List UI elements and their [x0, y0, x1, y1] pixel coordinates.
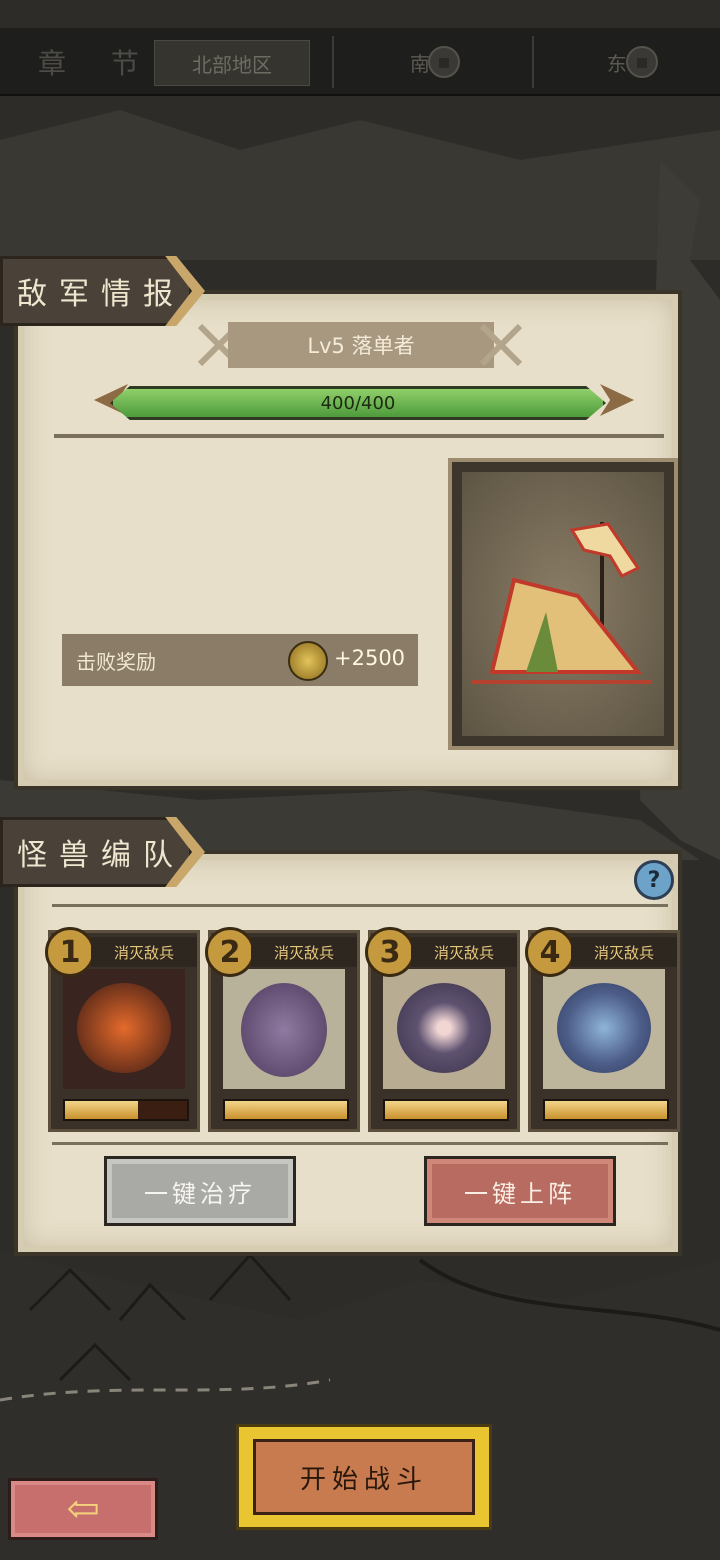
monster-team-title: 怪兽编队 — [0, 817, 192, 887]
hp-bar-arrow-right — [600, 384, 634, 416]
monster-hp-bar-2 — [223, 1099, 349, 1121]
tab-divider — [532, 36, 534, 88]
monster-portrait-3 — [383, 969, 505, 1089]
monster-status-4: 消灭敌兵 — [571, 937, 677, 967]
tab-north-region[interactable]: 北部地区 — [154, 40, 310, 86]
lock-icon — [428, 46, 460, 78]
back-button[interactable]: ⇦ — [8, 1478, 158, 1540]
monster-status-1: 消灭敌兵 — [91, 937, 197, 967]
enemy-portrait-card — [448, 458, 678, 750]
monster-portrait-2 — [223, 969, 345, 1089]
monster-status-2: 消灭敌兵 — [251, 937, 357, 967]
divider-line — [54, 434, 664, 438]
enemy-hp-fill: 400/400 — [110, 386, 606, 420]
defeat-reward-label: 击败奖励 — [76, 649, 156, 674]
monster-portrait-4 — [543, 969, 665, 1089]
monster-card-4[interactable]: 4 消灭敌兵 — [525, 927, 680, 1132]
divider-line — [52, 1142, 668, 1145]
chapter-label: 章 节 — [38, 47, 157, 80]
enemy-name-banner: Lv5 落单者 — [228, 322, 494, 368]
chapter-bar: 章 节 北部地区 南 区 东 区 — [0, 28, 720, 96]
slot-number-2: 2 — [205, 927, 255, 977]
slot-number-3: 3 — [365, 927, 415, 977]
enemy-hp-text: 400/400 — [320, 392, 396, 414]
divider-line — [52, 904, 668, 907]
monster-card-3[interactable]: 3 消灭敌兵 — [365, 927, 520, 1132]
defeat-reward-value: +2500 — [334, 646, 406, 670]
monster-card-2[interactable]: 2 消灭敌兵 — [205, 927, 360, 1132]
enemy-info-title: 敌军情报 — [0, 256, 192, 326]
deploy-all-button[interactable]: 一键上阵 — [424, 1156, 616, 1226]
back-arrow-icon: ⇦ — [66, 1486, 100, 1532]
monster-card-1[interactable]: 1 消灭敌兵 — [45, 927, 200, 1132]
monster-hp-bar-4 — [543, 1099, 669, 1121]
enemy-hp-bar: 400/400 — [94, 382, 634, 420]
heal-all-button[interactable]: 一键治疗 — [104, 1156, 296, 1226]
tent-icon — [472, 522, 652, 684]
monster-hp-bar-3 — [383, 1099, 509, 1121]
lock-icon — [626, 46, 658, 78]
monster-hp-bar-1 — [63, 1099, 189, 1121]
start-battle-button[interactable]: 开始战斗 — [236, 1424, 492, 1530]
monster-status-3: 消灭敌兵 — [411, 937, 517, 967]
help-icon[interactable]: ? — [634, 860, 674, 900]
start-battle-label: 开始战斗 — [253, 1439, 475, 1515]
enemy-portrait — [462, 472, 664, 736]
tab-divider — [332, 36, 334, 88]
slot-number-1: 1 — [45, 927, 95, 977]
monster-portrait-1 — [63, 969, 185, 1089]
coin-icon — [288, 641, 328, 681]
slot-number-4: 4 — [525, 927, 575, 977]
banner-ornament-right — [479, 323, 523, 367]
